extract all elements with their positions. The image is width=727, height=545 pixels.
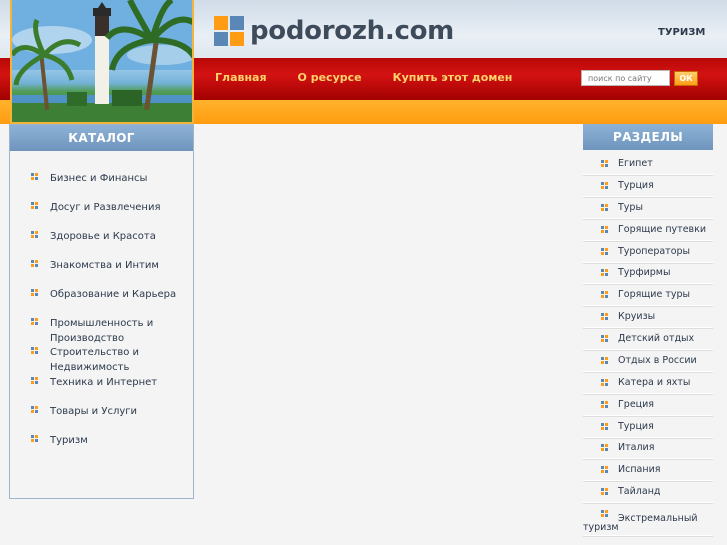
nav-home-link[interactable]: Главная — [215, 71, 267, 84]
catalog-item[interactable]: Досуг и Развлечения — [31, 200, 165, 215]
section-item[interactable]: Горящие туры — [583, 284, 713, 306]
section-item-label: Италия — [618, 442, 655, 453]
bullet-squares-icon — [601, 312, 609, 321]
section-item-label: Отдых в России — [618, 355, 697, 366]
catalog-item-label: Промышленность и Производство — [50, 318, 154, 344]
catalog-item-label: Здоровье и Красота — [50, 231, 156, 242]
catalog-item[interactable]: Туризм — [31, 433, 165, 448]
section-item-label: Горящие путевки — [618, 224, 707, 235]
catalog-item[interactable]: Образование и Карьера — [31, 287, 180, 302]
catalog-box: КАТАЛОГ Бизнес и Финансы Досуг и Развлеч… — [9, 124, 194, 499]
catalog-item-label: Туризм — [50, 435, 88, 446]
bullet-squares-icon — [31, 377, 39, 385]
bullet-squares-icon — [601, 356, 609, 365]
section-item-label: Турция — [618, 421, 654, 432]
bullet-squares-icon — [601, 378, 609, 387]
bullet-squares-icon — [601, 465, 609, 474]
lighthouse-palms-photo — [12, 0, 192, 122]
logo-squares-icon — [214, 16, 244, 46]
section-item[interactable]: Испания — [583, 459, 713, 481]
header: podorozh.com ТУРИЗМ Главная О ресурсе Ку… — [0, 0, 727, 124]
bullet-squares-icon — [31, 202, 39, 210]
catalog-item[interactable]: Знакомства и Интим — [31, 258, 165, 273]
section-item[interactable]: Катера и яхты — [583, 372, 713, 394]
bullet-squares-icon — [601, 290, 609, 299]
section-item[interactable]: Египет — [583, 153, 713, 175]
bullet-squares-icon — [601, 334, 609, 343]
section-item-label: Египет — [618, 158, 653, 169]
section-item-label: Испания — [618, 464, 661, 475]
catalog-item[interactable]: Промышленность и Производство — [31, 316, 165, 346]
bullet-squares-icon — [601, 159, 609, 168]
section-item[interactable]: Греция — [583, 394, 713, 416]
bullet-squares-icon — [31, 435, 39, 443]
section-item[interactable]: Турция — [583, 175, 713, 197]
bullet-squares-icon — [601, 443, 609, 452]
bullet-squares-icon — [31, 260, 39, 268]
catalog-item-label: Досуг и Развлечения — [50, 202, 161, 213]
section-item-label-continuation: туризм — [583, 522, 619, 533]
header-photo — [10, 0, 194, 124]
bullet-squares-icon — [601, 422, 609, 431]
nav-buy-domain-link[interactable]: Купить этот домен — [393, 71, 513, 84]
catalog-item[interactable]: Строительство и Недвижимость — [31, 345, 165, 375]
search-button[interactable]: ОК — [674, 71, 698, 86]
section-item[interactable]: Горящие путевки — [583, 219, 713, 241]
bullet-squares-icon — [31, 318, 39, 326]
bullet-squares-icon — [601, 225, 609, 234]
catalog-item-label: Бизнес и Финансы — [50, 173, 148, 184]
bullet-squares-icon — [31, 347, 39, 355]
catalog-item-label: Техника и Интернет — [50, 377, 158, 388]
catalog-item[interactable]: Техника и Интернет — [31, 375, 165, 390]
section-item-label: Катера и яхты — [618, 377, 691, 388]
bullet-squares-icon — [601, 181, 609, 190]
sections-title: РАЗДЕЛЫ — [583, 124, 713, 150]
catalog-title: КАТАЛОГ — [10, 125, 193, 151]
bullet-squares-icon — [601, 268, 609, 277]
section-item[interactable]: Круизы — [583, 306, 713, 328]
section-item[interactable]: Туроператоры — [583, 241, 713, 263]
section-item[interactable]: Италия — [583, 437, 713, 459]
bullet-squares-icon — [31, 406, 39, 414]
catalog-item-label: Образование и Карьера — [50, 289, 177, 300]
section-item-label: Экстремальный — [618, 512, 698, 524]
nav-about-link[interactable]: О ресурсе — [298, 71, 362, 84]
bullet-squares-icon — [601, 487, 609, 496]
section-item-label: Греция — [618, 399, 655, 410]
catalog-item-label: Строительство и Недвижимость — [50, 347, 140, 373]
bullet-squares-icon — [601, 247, 609, 256]
catalog-item[interactable]: Товары и Услуги — [31, 404, 165, 419]
section-item-label: Тайланд — [618, 486, 661, 497]
catalog-item-label: Товары и Услуги — [50, 406, 138, 417]
section-item-label: Горящие туры — [618, 289, 691, 300]
main-nav: Главная О ресурсе Купить этот домен — [215, 71, 543, 84]
section-item-label: Туроператоры — [618, 246, 691, 257]
catalog-item-label: Знакомства и Интим — [50, 260, 159, 271]
catalog-item[interactable]: Бизнес и Финансы — [31, 171, 165, 186]
site-logo[interactable]: podorozh.com — [214, 15, 454, 47]
section-item-label: Круизы — [618, 311, 656, 322]
bullet-squares-icon — [31, 289, 39, 297]
bullet-squares-icon — [601, 203, 609, 212]
bullet-squares-icon — [601, 400, 609, 409]
catalog-item[interactable]: Здоровье и Красота — [31, 229, 165, 244]
section-item[interactable]: Экстремальный туризм — [583, 503, 713, 536]
sections-box: РАЗДЕЛЫ Египет Турция Туры Горящие путев… — [583, 124, 713, 545]
section-item-label: Турфирмы — [618, 267, 671, 278]
section-item[interactable]: Отдых в России — [583, 350, 713, 372]
section-item[interactable]: Тайланд — [583, 481, 713, 503]
section-item[interactable]: Детский отдых — [583, 328, 713, 350]
section-item-label: Турция — [618, 180, 654, 191]
search-input[interactable] — [581, 70, 670, 86]
bullet-squares-icon — [31, 231, 39, 239]
section-item[interactable]: Турция — [583, 416, 713, 438]
section-item[interactable]: Туры — [583, 197, 713, 219]
bullet-squares-icon — [31, 173, 39, 181]
section-item-label: Туры — [618, 202, 643, 213]
site-name: podorozh.com — [250, 16, 454, 46]
site-topic: ТУРИЗМ — [658, 27, 706, 38]
section-item[interactable]: Турфирмы — [583, 262, 713, 284]
section-item-label: Детский отдых — [618, 333, 695, 344]
bullet-squares-icon — [601, 509, 609, 518]
